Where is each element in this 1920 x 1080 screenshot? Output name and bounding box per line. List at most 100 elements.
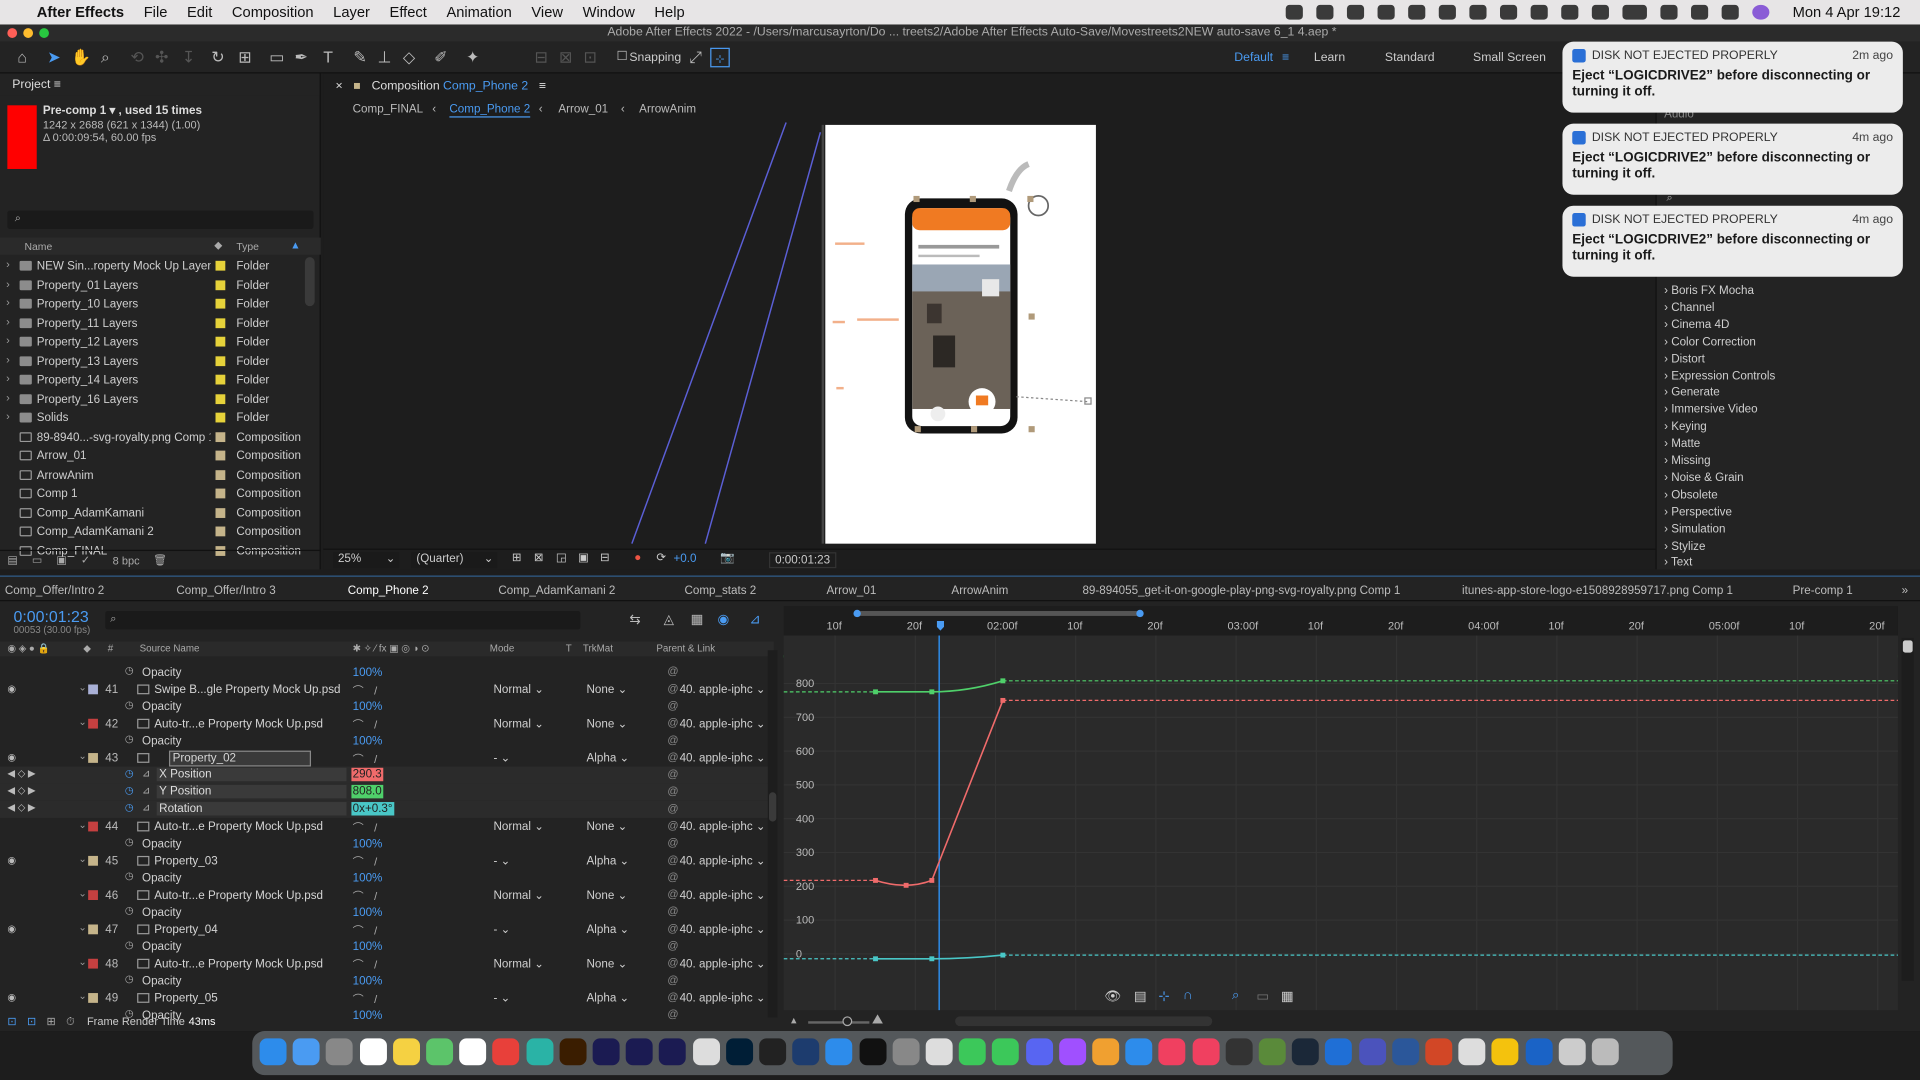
pick-whip-icon[interactable]: @ xyxy=(667,819,678,831)
handle[interactable] xyxy=(971,426,978,433)
project-scrollbar[interactable] xyxy=(304,257,315,307)
bit-depth-button[interactable]: 8 bpc xyxy=(113,555,140,567)
pick-whip-icon[interactable]: @ xyxy=(667,751,678,763)
column-t[interactable]: T xyxy=(566,643,572,654)
visibility-eye-icon[interactable]: ◉ xyxy=(7,992,16,1003)
property-row[interactable]: ◷ Y Position 808.0 ◀ ◇ ▶ ⊿ @ xyxy=(0,783,772,801)
comp-canvas[interactable] xyxy=(323,120,1655,549)
keyframe-point[interactable] xyxy=(903,882,909,888)
handle[interactable] xyxy=(969,195,976,203)
menu-edit[interactable]: Edit xyxy=(177,4,222,21)
siri-icon[interactable] xyxy=(1752,4,1770,20)
project-item[interactable]: Comp_AdamKamani 2 Composition xyxy=(0,523,304,541)
label-color-swatch[interactable] xyxy=(88,958,98,969)
nvidia-icon[interactable] xyxy=(1438,4,1456,20)
blend-mode-select[interactable]: Normal ⌄ xyxy=(493,958,543,971)
type-tool-icon[interactable]: T xyxy=(318,48,338,68)
nordvpn-icon[interactable] xyxy=(1525,1038,1553,1066)
snap-icon[interactable]: ∩ xyxy=(1183,988,1193,1003)
column-source-name[interactable]: Source Name xyxy=(140,643,200,654)
visibility-eye-icon[interactable]: ◉ xyxy=(7,683,16,694)
effect-category[interactable]: › Noise & Grain xyxy=(1664,471,1744,484)
tab-comp-offer-intro-2[interactable]: Comp_Offer/Intro 2 xyxy=(5,584,104,597)
pick-whip-icon[interactable]: @ xyxy=(667,802,678,814)
graph-visibility-icon[interactable]: ⊿ xyxy=(142,785,150,796)
stopwatch-icon[interactable]: ◷ xyxy=(125,871,134,882)
label-color-swatch[interactable] xyxy=(88,718,98,729)
parent-select[interactable]: 40. apple-iphc ⌄ xyxy=(680,992,766,1005)
handle[interactable] xyxy=(1027,195,1034,203)
layer-switches[interactable]: ⌒ / xyxy=(353,922,381,938)
collapse-arrow-icon[interactable]: ⌄ xyxy=(78,853,86,864)
trkmat-select[interactable]: None ⌄ xyxy=(587,958,628,971)
layer-row[interactable]: ◉ ⌄ 41 Swipe B...gle Property Mock Up.psd ⌒ … xyxy=(0,681,771,698)
expand-arrow-icon[interactable]: › xyxy=(6,258,10,270)
notification[interactable]: DISK NOT EJECTED PROPERLY 4m ago Eject “… xyxy=(1562,205,1903,277)
orbit-tool-icon[interactable]: ⟲ xyxy=(127,48,147,68)
show-properties-icon[interactable]: 👁 xyxy=(1104,988,1121,1004)
column-parent-link[interactable]: Parent & Link xyxy=(656,643,715,654)
new-comp-icon[interactable]: ▣ xyxy=(56,553,66,566)
volume-icon[interactable] xyxy=(1591,4,1609,20)
pick-whip-icon[interactable]: @ xyxy=(667,922,678,934)
project-item[interactable]: › Property_12 Layers Folder xyxy=(0,333,304,351)
trash-icon[interactable]: 🗑 xyxy=(153,553,167,566)
property-row[interactable]: ◷ Opacity 100% @ xyxy=(0,732,771,749)
align-icon[interactable]: ⊟ xyxy=(531,48,551,68)
effect-category[interactable]: › Color Correction xyxy=(1664,335,1756,348)
property-row[interactable]: ◷ Opacity 100% @ xyxy=(0,835,771,852)
pick-whip-icon[interactable]: @ xyxy=(667,785,678,797)
handle[interactable] xyxy=(913,195,920,203)
project-item[interactable]: Comp_AdamKamani Composition xyxy=(0,504,304,522)
expand-arrow-icon[interactable]: › xyxy=(6,315,10,327)
render-time-icon[interactable]: ⏱ xyxy=(66,1015,75,1028)
label-color-swatch[interactable] xyxy=(88,924,98,935)
fit-all-icon[interactable]: ▦ xyxy=(1281,988,1294,1004)
expand-arrow-icon[interactable]: › xyxy=(6,410,10,422)
blend-mode-select[interactable]: Normal ⌄ xyxy=(493,683,543,696)
logic-icon[interactable] xyxy=(1225,1038,1253,1066)
selection-tool-icon[interactable]: ➤ xyxy=(44,48,64,68)
effect-category[interactable]: › Missing xyxy=(1664,454,1711,467)
zoom-tool-icon[interactable]: ⌕ xyxy=(96,48,116,68)
viewer-comp-name[interactable]: Comp_Phone 2 xyxy=(443,80,528,93)
stopwatch-icon[interactable]: ◷ xyxy=(125,973,134,984)
expand-arrow-icon[interactable]: › xyxy=(6,372,10,384)
photos-icon[interactable] xyxy=(1092,1038,1120,1066)
discord-icon[interactable] xyxy=(1025,1038,1053,1066)
trkmat-select[interactable]: Alpha ⌄ xyxy=(587,752,630,765)
layer-row[interactable]: ⌄ 48 Auto-tr...e Property Mock Up.psd ⌒ / No… xyxy=(0,955,771,972)
illustrator-icon[interactable] xyxy=(559,1038,587,1066)
keyframe-point[interactable] xyxy=(873,689,878,695)
keyframe-point[interactable] xyxy=(929,689,935,695)
property-value[interactable]: 290.3 xyxy=(351,767,383,782)
chrome-icon[interactable] xyxy=(1458,1038,1486,1066)
control-center-icon[interactable] xyxy=(1721,4,1739,20)
pt-icon[interactable] xyxy=(759,1038,787,1066)
property-value[interactable]: 100% xyxy=(353,735,383,748)
layer-switches[interactable]: ⌒ / xyxy=(353,853,381,869)
tab-comp-adamkamani-2[interactable]: Comp_AdamKamani 2 xyxy=(498,584,615,597)
minimize-window-button[interactable] xyxy=(23,28,34,38)
layer-switches[interactable]: ⌒ / xyxy=(353,956,381,972)
app-menu[interactable]: After Effects xyxy=(27,4,134,21)
property-value[interactable]: 100% xyxy=(353,940,383,953)
stopwatch-icon[interactable]: ◷ xyxy=(125,733,134,744)
property-row[interactable]: ◷ Opacity 100% @ xyxy=(0,869,771,886)
layer-row[interactable]: ⌄ 44 Auto-tr...e Property Mock Up.psd ⌒ / No… xyxy=(0,818,771,835)
label-color-swatch[interactable] xyxy=(215,260,226,271)
brush-tool-icon[interactable]: ✎ xyxy=(350,48,370,68)
work-area-end[interactable] xyxy=(1136,609,1144,618)
viewer-menu-icon[interactable]: ≡ xyxy=(539,80,546,93)
parent-select[interactable]: 40. apple-iphc ⌄ xyxy=(680,820,766,833)
expand-arrow-icon[interactable]: › xyxy=(6,296,10,308)
pan-behind-tool-icon[interactable]: ⊞ xyxy=(235,48,255,68)
safari-icon[interactable] xyxy=(825,1038,853,1066)
pick-whip-icon[interactable]: @ xyxy=(667,905,678,917)
layer-switches[interactable]: ⌒ / xyxy=(353,991,381,1007)
label-color-swatch[interactable] xyxy=(215,526,226,537)
pick-whip-icon[interactable]: @ xyxy=(667,991,678,1003)
label-color-swatch[interactable] xyxy=(215,469,226,480)
label-color-swatch[interactable] xyxy=(215,488,226,499)
drive-icon[interactable] xyxy=(1491,1038,1519,1066)
